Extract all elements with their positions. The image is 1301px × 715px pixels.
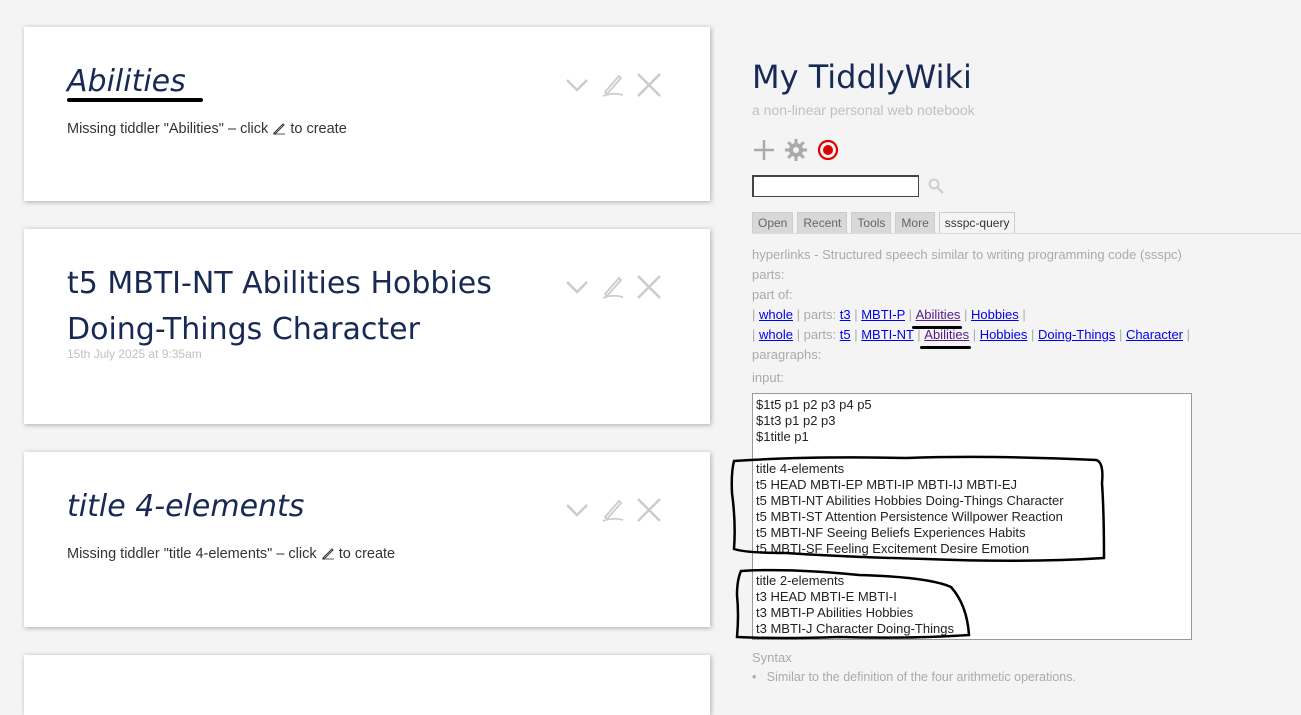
syntax-bullet: • Similar to the definition of the four …: [752, 670, 1076, 684]
tiddler-controls: [564, 496, 662, 524]
chevron-down-icon: [566, 281, 588, 294]
new-tiddler-button[interactable]: [752, 138, 776, 162]
hyperlinks-heading: hyperlinks - Structured speech similar t…: [752, 247, 1182, 262]
query-input-textarea[interactable]: $1t5 p1 p2 p3 p4 p5 $1t3 p1 p2 p3 $1titl…: [752, 393, 1192, 640]
parts-inline-label: parts:: [803, 327, 837, 342]
link-character[interactable]: Character: [1126, 327, 1183, 342]
control-panel-button[interactable]: [784, 138, 808, 162]
fold-button[interactable]: [564, 273, 590, 301]
missing-text: Missing tiddler "Abilities" – click: [67, 121, 269, 137]
fold-button[interactable]: [564, 496, 590, 524]
tiddler-body: Missing tiddler "title 4-elements" – cli…: [67, 546, 667, 562]
link-hobbies[interactable]: Hobbies: [980, 327, 1028, 342]
search-button[interactable]: [925, 175, 947, 197]
link-mbti-nt[interactable]: MBTI-NT: [861, 327, 913, 342]
control-panel-gear-icon: [785, 139, 807, 161]
tab-more[interactable]: More: [895, 212, 935, 234]
ink-underline-annotation: [67, 98, 203, 102]
link-whole[interactable]: whole: [759, 327, 793, 342]
site-title: My TiddlyWiki: [752, 58, 972, 96]
part-of-label: part of:: [752, 287, 793, 302]
close-button[interactable]: [636, 71, 662, 99]
page-controls: [752, 138, 840, 162]
chevron-down-icon: [566, 504, 588, 517]
link-whole[interactable]: whole: [759, 307, 793, 322]
tiddler-title[interactable]: title 4-elements: [67, 484, 507, 530]
tab-open[interactable]: Open: [752, 212, 794, 234]
syntax-label: Syntax: [752, 650, 792, 665]
link-doing-things[interactable]: Doing-Things: [1038, 327, 1115, 342]
link-mbti-p[interactable]: MBTI-P: [861, 307, 905, 322]
tab-ssspc-query[interactable]: ssspc-query: [938, 212, 1016, 234]
close-icon: [637, 498, 661, 522]
tiddler-partial: [24, 655, 710, 715]
tiddler-controls: [564, 273, 662, 301]
fold-button[interactable]: [564, 71, 590, 99]
paragraphs-label: paragraphs:: [752, 347, 822, 362]
parts-inline-label: parts:: [803, 307, 837, 322]
tiddler-abilities: Abilities Missing tiddler "Abilities" – …: [24, 27, 710, 201]
chevron-down-icon: [566, 79, 588, 92]
link-hobbies[interactable]: Hobbies: [971, 307, 1019, 322]
tab-divider: [752, 233, 1301, 234]
link-abilities[interactable]: Abilities: [924, 327, 969, 342]
syntax-bullet-text: Similar to the definition of the four ar…: [766, 670, 1076, 684]
edit-button[interactable]: [600, 273, 626, 301]
edit-pencil-icon: [602, 499, 624, 522]
edit-pencil-icon: [273, 123, 286, 135]
missing-text-suffix: to create: [338, 546, 396, 562]
close-button[interactable]: [636, 496, 662, 524]
close-icon: [637, 73, 661, 97]
new-tiddler-icon: [754, 140, 774, 160]
edit-pencil-icon: [602, 276, 624, 299]
search-row: [752, 175, 947, 197]
tiddler-title-4-elements: title 4-elements Missing tiddler "title …: [24, 452, 710, 627]
edit-pencil-icon: [321, 548, 334, 560]
tiddler-controls: [564, 71, 662, 99]
story-river: Abilities Missing tiddler "Abilities" – …: [24, 0, 710, 715]
missing-text-suffix: to create: [290, 121, 347, 137]
close-button[interactable]: [636, 273, 662, 301]
record-button[interactable]: [816, 138, 840, 162]
edit-button[interactable]: [600, 496, 626, 524]
site-subtitle: a non-linear personal web notebook: [752, 102, 975, 118]
edit-button[interactable]: [600, 71, 626, 99]
tiddler-body: Missing tiddler "Abilities" – click to c…: [67, 121, 667, 137]
search-input[interactable]: [752, 175, 919, 197]
link-t5[interactable]: t5: [840, 327, 851, 342]
input-label: input:: [752, 370, 784, 385]
edit-pencil-icon: [602, 74, 624, 97]
part-of-row-t3: | whole | parts: t3 | MBTI-P | Abilities…: [752, 305, 1301, 329]
tiddler-t5-mbti-nt: t5 MBTI-NT Abilities Hobbies Doing-Thing…: [24, 229, 710, 424]
missing-text: Missing tiddler "title 4-elements" – cli…: [67, 546, 317, 562]
link-t3[interactable]: t3: [840, 307, 851, 322]
tab-tools[interactable]: Tools: [851, 212, 892, 234]
link-abilities[interactable]: Abilities: [916, 307, 961, 322]
record-icon: [817, 139, 839, 161]
part-of-row-t5: | whole | parts: t5 | MBTI-NT | Abilitie…: [752, 325, 1301, 349]
search-icon: [928, 178, 944, 194]
tab-content: hyperlinks - Structured speech similar t…: [752, 245, 1301, 388]
tab-recent[interactable]: Recent: [797, 212, 848, 234]
close-icon: [637, 275, 661, 299]
parts-label: parts:: [752, 267, 785, 282]
tiddler-title[interactable]: t5 MBTI-NT Abilities Hobbies Doing-Thing…: [67, 261, 507, 353]
sidebar-tabs: Open Recent Tools More ssspc-query: [752, 212, 1016, 234]
